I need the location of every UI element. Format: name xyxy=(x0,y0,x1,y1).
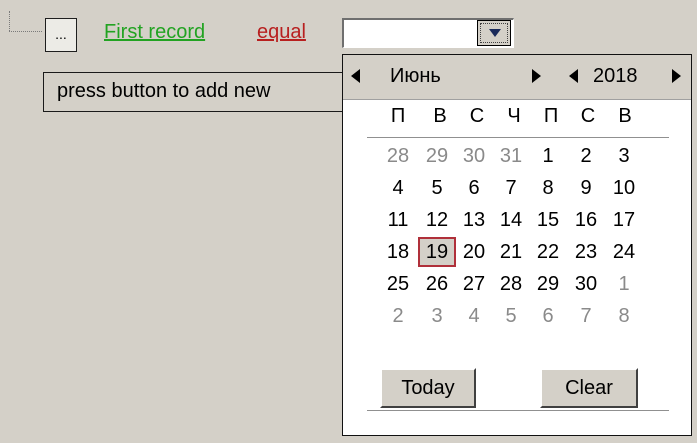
calendar-day[interactable]: 22 xyxy=(530,239,566,265)
weekday-label: С xyxy=(580,105,596,127)
prev-year-icon[interactable] xyxy=(569,69,578,83)
today-button[interactable]: Today xyxy=(380,368,476,408)
calendar-day[interactable]: 27 xyxy=(456,271,492,297)
weekday-divider xyxy=(367,137,669,138)
calendar-day[interactable]: 15 xyxy=(530,207,566,233)
calendar-day[interactable]: 25 xyxy=(380,271,416,297)
calendar-day[interactable]: 4 xyxy=(456,303,492,329)
weekday-label: В xyxy=(618,105,632,127)
calendar-day[interactable]: 29 xyxy=(419,143,455,169)
year-label[interactable]: 2018 xyxy=(593,65,638,88)
calendar-day[interactable]: 20 xyxy=(456,239,492,265)
footer-divider xyxy=(367,410,669,411)
weekday-label: В xyxy=(433,105,447,127)
month-label[interactable]: Июнь xyxy=(390,65,441,88)
calendar-header: Июнь 2018 xyxy=(343,55,691,100)
calendar-day[interactable]: 7 xyxy=(568,303,604,329)
calendar-popup: Июнь 2018 П В С Ч П С В 28 29 30 31 1 2 3 4 5 6 7 8… xyxy=(342,54,692,436)
calendar-day[interactable]: 2 xyxy=(380,303,416,329)
calendar-day[interactable]: 8 xyxy=(530,175,566,201)
calendar-day[interactable]: 6 xyxy=(456,175,492,201)
next-year-icon[interactable] xyxy=(672,69,681,83)
prev-month-icon[interactable] xyxy=(351,69,360,83)
calendar-day[interactable]: 30 xyxy=(568,271,604,297)
calendar-day[interactable]: 17 xyxy=(606,207,642,233)
calendar-day[interactable]: 28 xyxy=(380,143,416,169)
calendar-day[interactable]: 3 xyxy=(606,143,642,169)
tree-connector-horizontal xyxy=(9,31,42,32)
calendar-day[interactable]: 13 xyxy=(456,207,492,233)
calendar-day[interactable]: 12 xyxy=(419,207,455,233)
calendar-day[interactable]: 4 xyxy=(380,175,416,201)
calendar-day[interactable]: 10 xyxy=(606,175,642,201)
calendar-day[interactable]: 5 xyxy=(419,175,455,201)
calendar-day[interactable]: 14 xyxy=(493,207,529,233)
calendar-day-selected[interactable]: 19 xyxy=(418,237,456,267)
field-link[interactable]: First record xyxy=(104,21,205,44)
calendar-day[interactable]: 5 xyxy=(493,303,529,329)
calendar-day[interactable]: 28 xyxy=(493,271,529,297)
calendar-day[interactable]: 23 xyxy=(568,239,604,265)
calendar-day[interactable]: 18 xyxy=(380,239,416,265)
dropdown-button[interactable] xyxy=(477,20,511,46)
add-new-prompt[interactable]: press button to add new xyxy=(43,72,348,112)
clear-button[interactable]: Clear xyxy=(540,368,638,408)
calendar-day[interactable]: 30 xyxy=(456,143,492,169)
weekday-label: П xyxy=(390,105,406,127)
weekday-label: П xyxy=(543,105,559,127)
calendar-day[interactable]: 9 xyxy=(568,175,604,201)
tree-connector-vertical xyxy=(9,11,10,31)
ellipsis-button[interactable]: ... xyxy=(45,18,77,52)
operator-link[interactable]: equal xyxy=(257,21,306,44)
calendar-day[interactable]: 8 xyxy=(606,303,642,329)
calendar-day[interactable]: 1 xyxy=(606,271,642,297)
calendar-day[interactable]: 11 xyxy=(380,207,416,233)
calendar-day[interactable]: 21 xyxy=(493,239,529,265)
calendar-day[interactable]: 1 xyxy=(530,143,566,169)
calendar-day[interactable]: 26 xyxy=(419,271,455,297)
calendar-day[interactable]: 6 xyxy=(530,303,566,329)
calendar-day[interactable]: 24 xyxy=(606,239,642,265)
calendar-day[interactable]: 16 xyxy=(568,207,604,233)
calendar-day[interactable]: 3 xyxy=(419,303,455,329)
weekday-label: Ч xyxy=(507,105,521,127)
calendar-day[interactable]: 31 xyxy=(493,143,529,169)
calendar-day[interactable]: 7 xyxy=(493,175,529,201)
next-month-icon[interactable] xyxy=(532,69,541,83)
chevron-down-icon xyxy=(489,29,501,37)
calendar-day[interactable]: 2 xyxy=(568,143,604,169)
calendar-day[interactable]: 29 xyxy=(530,271,566,297)
weekday-label: С xyxy=(469,105,485,127)
